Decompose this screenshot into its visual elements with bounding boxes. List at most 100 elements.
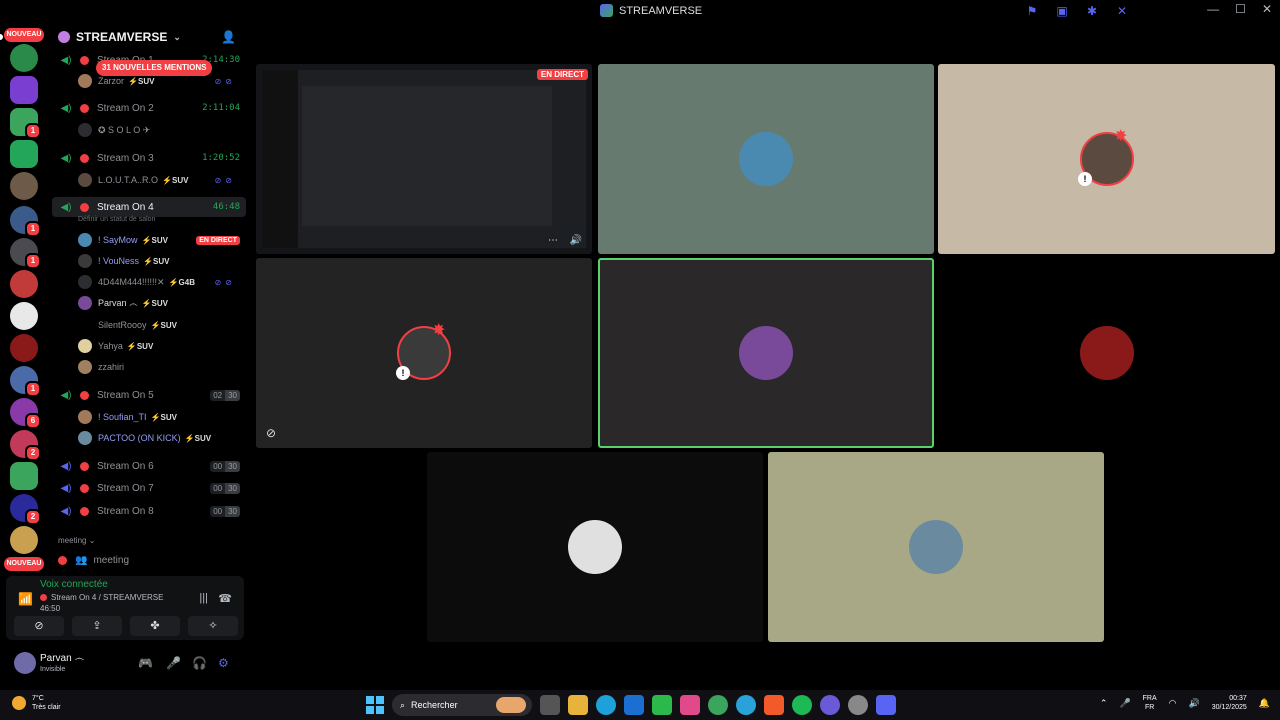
- member-item[interactable]: ! Soufian_TI ⚡SUV: [78, 408, 246, 426]
- member-item[interactable]: ✪ S O L O ✈: [78, 121, 246, 139]
- participant-tile[interactable]: ✸ ! ⊘: [256, 258, 592, 448]
- server-icon[interactable]: 1: [10, 366, 41, 397]
- clock[interactable]: 00:37 30/12/2025: [1212, 694, 1247, 712]
- app-icon[interactable]: [820, 695, 840, 715]
- voice-channel-stream-on-5[interactable]: ◀) Stream On 5 02 30: [52, 385, 246, 405]
- voice-channel-info[interactable]: Stream On 4 / STREAMVERSE: [40, 593, 163, 602]
- maximize-button[interactable]: ☐: [1235, 2, 1246, 16]
- new-pill-top[interactable]: NOUVEAU: [4, 28, 44, 42]
- server-badge: 1: [25, 253, 41, 269]
- server-icon[interactable]: [10, 270, 38, 298]
- edge-icon[interactable]: [596, 695, 616, 715]
- voice-channel-stream-on-3[interactable]: ◀) Stream On 3 1:20:52: [52, 148, 246, 168]
- flag-icon[interactable]: ⚑: [1024, 3, 1040, 19]
- mentions-pill[interactable]: 31 NOUVELLES MENTIONS: [96, 60, 213, 76]
- server-icon[interactable]: [10, 76, 38, 104]
- server-icon[interactable]: [10, 462, 38, 490]
- headphones-icon[interactable]: 🎧: [192, 656, 207, 670]
- server-icon[interactable]: 1: [10, 238, 41, 269]
- server-icon[interactable]: 2: [10, 494, 41, 525]
- new-pill-bottom[interactable]: NOUVEAU: [4, 557, 44, 571]
- member-item[interactable]: SilentRoooy ⚡SUV: [78, 316, 246, 334]
- add-user-icon[interactable]: 👤: [221, 30, 236, 44]
- server-icon[interactable]: 2: [10, 430, 41, 461]
- discord-icon[interactable]: [876, 695, 896, 715]
- share-screen-button[interactable]: ⇪: [72, 616, 122, 636]
- voice-connected-label[interactable]: Voix connectée: [40, 579, 108, 590]
- category-meeting[interactable]: meeting ⌄: [58, 536, 95, 545]
- volume-icon[interactable]: 🔊: [570, 235, 582, 246]
- play-icon[interactable]: [652, 695, 672, 715]
- server-icon[interactable]: [10, 140, 38, 168]
- participant-tile[interactable]: [598, 258, 934, 448]
- notification-icon[interactable]: 🔔: [1259, 698, 1270, 709]
- gamepad-icon[interactable]: 🎮: [138, 656, 153, 670]
- member-item[interactable]: Yahya ⚡SUV: [78, 337, 246, 355]
- participant-tile[interactable]: [768, 452, 1104, 642]
- spotify-icon[interactable]: [792, 695, 812, 715]
- chrome-icon[interactable]: [708, 695, 728, 715]
- file-explorer-icon[interactable]: [568, 695, 588, 715]
- wifi-icon[interactable]: ◠: [1169, 698, 1177, 709]
- server-icon[interactable]: 6: [10, 398, 41, 429]
- avatar[interactable]: [14, 652, 36, 674]
- member-item[interactable]: Parvan ෴ ⚡SUV: [78, 294, 246, 312]
- hangup-icon[interactable]: ☎: [218, 592, 232, 605]
- participant-tile[interactable]: [427, 452, 763, 642]
- telegram-icon[interactable]: [736, 695, 756, 715]
- avatar: [78, 123, 92, 137]
- voice-channel-stream-on-6[interactable]: ◀) Stream On 6 00 30: [52, 456, 246, 476]
- server-icon[interactable]: [10, 334, 38, 362]
- volume-icon[interactable]: 🔊: [1189, 698, 1200, 709]
- user-name[interactable]: Parvan ෴: [40, 653, 84, 664]
- minimize-button[interactable]: —: [1207, 2, 1219, 16]
- gear-icon[interactable]: ⚙: [218, 656, 229, 670]
- tools-icon[interactable]: ✕: [1114, 3, 1130, 19]
- member-item[interactable]: PACTOO (ON KICK) ⚡SUV: [78, 429, 246, 447]
- member-item[interactable]: 4D44M444!!!!!!✕ ⚡G4B ⊘⊘: [78, 273, 246, 291]
- microphone-icon[interactable]: 🎤: [1119, 698, 1130, 709]
- windows-start-icon[interactable]: [366, 696, 384, 714]
- server-icon[interactable]: [10, 526, 38, 554]
- more-icon[interactable]: ⋯: [548, 235, 558, 246]
- language-indicator[interactable]: FRA FR: [1143, 694, 1157, 712]
- stream-tile[interactable]: EN DIRECT 🔊 ⋯: [256, 64, 592, 254]
- soundwave-icon[interactable]: |||: [199, 592, 208, 604]
- set-channel-status[interactable]: Définir un statut de salon: [78, 216, 155, 223]
- member-name: ! VouNess: [98, 256, 140, 266]
- member-item[interactable]: ! VouNess ⚡SUV: [78, 252, 246, 270]
- server-icon[interactable]: 1: [10, 206, 41, 237]
- server-icon[interactable]: [10, 44, 38, 72]
- voice-channel-stream-on-7[interactable]: ◀) Stream On 7 00 30: [52, 478, 246, 498]
- member-item[interactable]: ! SayMow ⚡SUV EN DIRECT: [78, 231, 246, 249]
- member-item[interactable]: zzahiri: [78, 358, 246, 376]
- soundboard-button[interactable]: ✧: [188, 616, 238, 636]
- participant-tile[interactable]: [598, 64, 934, 254]
- close-button[interactable]: ✕: [1262, 2, 1272, 16]
- chevron-up-icon[interactable]: ⌃: [1100, 698, 1108, 709]
- activities-button[interactable]: ✤: [130, 616, 180, 636]
- outlook-icon[interactable]: [624, 695, 644, 715]
- server-icon[interactable]: [10, 172, 38, 200]
- voice-channel-stream-on-8[interactable]: ◀) Stream On 8 00 30: [52, 501, 246, 521]
- participant-tile[interactable]: [938, 258, 1275, 448]
- guild-header[interactable]: STREAMVERSE ⌄: [48, 22, 250, 52]
- bug-icon[interactable]: ✱: [1084, 3, 1100, 19]
- member-name: ! Soufian_TI: [98, 412, 147, 422]
- task-view-icon[interactable]: [540, 695, 560, 715]
- server-icon[interactable]: 1: [10, 108, 41, 139]
- inbox-icon[interactable]: ▣: [1054, 3, 1070, 19]
- channel-meeting[interactable]: 👥 meeting: [52, 552, 246, 568]
- voice-channel-stream-on-2[interactable]: ◀) Stream On 2 2:11:04: [52, 98, 246, 118]
- copilot-icon[interactable]: [680, 695, 700, 715]
- steam-icon[interactable]: [848, 695, 868, 715]
- server-icon[interactable]: [10, 302, 38, 330]
- participant-tile[interactable]: ✸ !: [938, 64, 1275, 254]
- camera-off-button[interactable]: ⊘: [14, 616, 64, 636]
- brave-icon[interactable]: [764, 695, 784, 715]
- weather-widget[interactable]: 7°C Très clair: [12, 694, 61, 712]
- voice-channel-stream-on-4[interactable]: ◀) Stream On 4 46:48: [52, 197, 246, 217]
- member-item[interactable]: L.O.U.T.A..R.O ⚡SUV ⊘⊘: [78, 171, 246, 189]
- microphone-icon[interactable]: 🎤: [166, 656, 181, 670]
- taskbar-search[interactable]: ⌕ Rechercher: [392, 694, 532, 716]
